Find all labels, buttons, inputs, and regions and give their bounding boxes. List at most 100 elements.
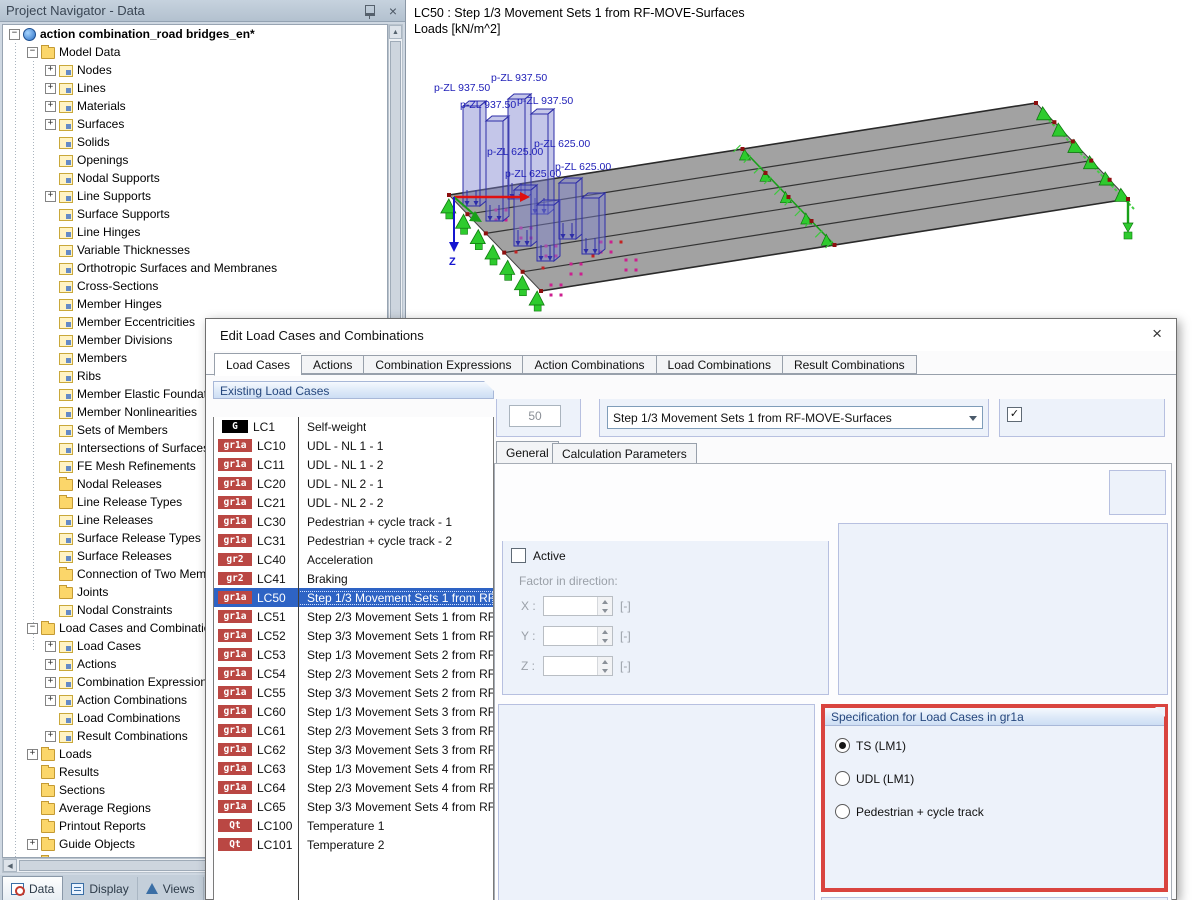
collapse-icon[interactable]: − bbox=[27, 622, 38, 634]
load-case-id: LC31 bbox=[257, 533, 286, 548]
z-axis-label: Z bbox=[449, 256, 456, 268]
tree-item-orthotropic-surfaces-and-membranes[interactable]: Orthotropic Surfaces and Membranes bbox=[3, 259, 387, 277]
expand-icon[interactable]: + bbox=[45, 82, 56, 94]
tree-item-cross-sections[interactable]: Cross-Sections bbox=[3, 277, 387, 295]
load-case-row-lc63[interactable]: gr1a LC63 Step 1/3 Movement Sets 4 from RF… bbox=[214, 759, 493, 778]
tree-item-solids[interactable]: Solids bbox=[3, 133, 387, 151]
tree-item-line-supports[interactable]: + Line Supports bbox=[3, 187, 387, 205]
radio-icon[interactable] bbox=[835, 771, 850, 786]
average-regions-icon bbox=[41, 801, 55, 815]
expand-icon[interactable]: + bbox=[45, 190, 56, 202]
load-case-row-lc101[interactable]: Qt LC101 Temperature 2 bbox=[214, 835, 493, 854]
load-case-id: LC20 bbox=[257, 476, 286, 491]
scroll-up-icon[interactable]: ▲ bbox=[389, 25, 402, 39]
tree-item-line-hinges[interactable]: Line Hinges bbox=[3, 223, 387, 241]
tree-item-lines[interactable]: + Lines bbox=[3, 79, 387, 97]
expand-icon[interactable]: + bbox=[27, 838, 38, 850]
tree-item-surface-supports[interactable]: Surface Supports bbox=[3, 205, 387, 223]
load-case-row-lc60[interactable]: gr1a LC60 Step 1/3 Movement Sets 3 from RF… bbox=[214, 702, 493, 721]
tree-item-nodal-supports[interactable]: Nodal Supports bbox=[3, 169, 387, 187]
dialog-tab-actions[interactable]: Actions bbox=[301, 355, 364, 374]
load-case-row-lc54[interactable]: gr1a LC54 Step 2/3 Movement Sets 2 from RF… bbox=[214, 664, 493, 683]
nav-tab-views[interactable]: Views bbox=[138, 877, 204, 900]
nav-tab-data[interactable]: Data bbox=[2, 876, 64, 900]
radio-icon[interactable] bbox=[835, 804, 850, 819]
expand-icon[interactable]: + bbox=[45, 676, 56, 688]
load-case-row-lc31[interactable]: gr1a LC31 Pedestrian + cycle track - 2 bbox=[214, 531, 493, 550]
load-case-row-lc10[interactable]: gr1a LC10 UDL - NL 1 - 1 bbox=[214, 436, 493, 455]
nav-tab-display[interactable]: Display bbox=[63, 877, 138, 900]
load-case-row-lc40[interactable]: gr2 LC40 Acceleration bbox=[214, 550, 493, 569]
load-case-row-lc30[interactable]: gr1a LC30 Pedestrian + cycle track - 1 bbox=[214, 512, 493, 531]
dialog-tab-label: Actions bbox=[313, 357, 353, 372]
self-weight-panel: Active Factor in direction: X : [-] Y : … bbox=[502, 541, 829, 695]
dialog-close-icon[interactable]: × bbox=[1152, 325, 1162, 342]
load-case-row-lc64[interactable]: gr1a LC64 Step 2/3 Movement Sets 4 from RF… bbox=[214, 778, 493, 797]
factor-z-stepper[interactable] bbox=[543, 656, 613, 676]
load-case-row-lc21[interactable]: gr1a LC21 UDL - NL 2 - 2 bbox=[214, 493, 493, 512]
load-case-row-lc51[interactable]: gr1a LC51 Step 2/3 Movement Sets 1 from RF… bbox=[214, 607, 493, 626]
self-weight-active-checkbox[interactable] bbox=[511, 548, 526, 563]
lc-number-field[interactable]: 50 bbox=[509, 405, 561, 427]
nodal-supports-icon bbox=[59, 172, 73, 185]
scroll-left-icon[interactable]: ◀ bbox=[3, 859, 17, 872]
collapse-icon[interactable]: − bbox=[9, 28, 20, 40]
dialog-tab-label: Load Cases bbox=[226, 357, 291, 372]
expand-icon[interactable]: + bbox=[27, 748, 38, 760]
load-case-row-lc65[interactable]: gr1a LC65 Step 3/3 Movement Sets 4 from RF… bbox=[214, 797, 493, 816]
dialog-tab-combination-expressions[interactable]: Combination Expressions bbox=[363, 355, 523, 374]
dialog-tab-action-combinations[interactable]: Action Combinations bbox=[522, 355, 656, 374]
tree-item-nodes[interactable]: + Nodes bbox=[3, 61, 387, 79]
expand-icon[interactable]: + bbox=[45, 64, 56, 76]
expand-icon[interactable]: + bbox=[45, 658, 56, 670]
tree-item-variable-thicknesses[interactable]: Variable Thicknesses bbox=[3, 241, 387, 259]
option-ts-lm1[interactable]: TS (LM1) bbox=[835, 738, 906, 753]
expand-icon[interactable]: + bbox=[45, 694, 56, 706]
load-case-row-lc52[interactable]: gr1a LC52 Step 3/3 Movement Sets 1 from RF… bbox=[214, 626, 493, 645]
pin-icon[interactable] bbox=[364, 5, 375, 19]
load-case-row-lc11[interactable]: gr1a LC11 UDL - NL 1 - 2 bbox=[214, 455, 493, 474]
load-case-row-lc41[interactable]: gr2 LC41 Braking bbox=[214, 569, 493, 588]
tree-item-openings[interactable]: Openings bbox=[3, 151, 387, 169]
load-case-row-lc55[interactable]: gr1a LC55 Step 3/3 Movement Sets 2 from RF… bbox=[214, 683, 493, 702]
factor-x-stepper[interactable] bbox=[543, 596, 613, 616]
dialog-tab-result-combinations[interactable]: Result Combinations bbox=[781, 355, 917, 374]
load-case-id: LC61 bbox=[257, 723, 286, 738]
load-case-category-badge: gr1a bbox=[218, 629, 252, 642]
factor-y-stepper[interactable] bbox=[543, 626, 613, 646]
expand-icon[interactable]: + bbox=[45, 730, 56, 742]
tree-item-materials[interactable]: + Materials bbox=[3, 97, 387, 115]
load-case-row-lc61[interactable]: gr1a LC61 Step 2/3 Movement Sets 3 from RF… bbox=[214, 721, 493, 740]
load-case-row-lc53[interactable]: gr1a LC53 Step 1/3 Movement Sets 2 from RF… bbox=[214, 645, 493, 664]
navigator-close-icon[interactable]: × bbox=[389, 4, 397, 18]
tree-item-label: Surface Release Types bbox=[77, 531, 201, 545]
variable-thicknesses-icon bbox=[59, 244, 73, 257]
load-case-row-lc50[interactable]: gr1a LC50 Step 1/3 Movement Sets 1 from RF… bbox=[214, 588, 493, 607]
tab-calculation-parameters[interactable]: Calculation Parameters bbox=[552, 443, 697, 464]
collapse-icon[interactable]: − bbox=[27, 46, 38, 58]
load-case-description: Step 3/3 Movement Sets 1 from RF-MOVE-Su… bbox=[307, 628, 493, 643]
node-dot bbox=[763, 171, 768, 175]
load-case-row-lc1[interactable]: G LC1 Self-weight bbox=[214, 417, 493, 436]
option-pedestrian-cycle-track[interactable]: Pedestrian + cycle track bbox=[835, 804, 984, 819]
tree-item-label: Action Combinations bbox=[77, 693, 188, 707]
load-case-list[interactable]: G LC1 Self-weight gr1a LC10 UDL - NL 1 - 1 gr1… bbox=[213, 417, 494, 900]
tree-item-action-combination-road-bridges-en[interactable]: − action combination_road bridges_en* bbox=[3, 25, 387, 43]
expand-icon[interactable]: + bbox=[45, 118, 56, 130]
tab-general[interactable]: General bbox=[496, 441, 559, 464]
load-case-row-lc100[interactable]: Qt LC100 Temperature 1 bbox=[214, 816, 493, 835]
tree-item-surfaces[interactable]: + Surfaces bbox=[3, 115, 387, 133]
description-dropdown[interactable]: Step 1/3 Movement Sets 1 from RF-MOVE-Su… bbox=[607, 406, 983, 429]
to-solve-checkbox[interactable]: ✓ bbox=[1007, 407, 1022, 422]
expand-icon[interactable]: + bbox=[45, 100, 56, 112]
radio-selected-icon[interactable] bbox=[835, 738, 850, 753]
tree-item-label: Nodal Constraints bbox=[77, 603, 173, 617]
load-case-row-lc62[interactable]: gr1a LC62 Step 3/3 Movement Sets 3 from RF… bbox=[214, 740, 493, 759]
load-case-row-lc20[interactable]: gr1a LC20 UDL - NL 2 - 1 bbox=[214, 474, 493, 493]
dialog-tab-load-combinations[interactable]: Load Combinations bbox=[655, 355, 782, 374]
tree-item-member-hinges[interactable]: Member Hinges bbox=[3, 295, 387, 313]
expand-icon[interactable]: + bbox=[45, 640, 56, 652]
tree-item-model-data[interactable]: − Model Data bbox=[3, 43, 387, 61]
dialog-tab-load-cases[interactable]: Load Cases bbox=[214, 353, 302, 376]
option-udl-lm1[interactable]: UDL (LM1) bbox=[835, 771, 914, 786]
